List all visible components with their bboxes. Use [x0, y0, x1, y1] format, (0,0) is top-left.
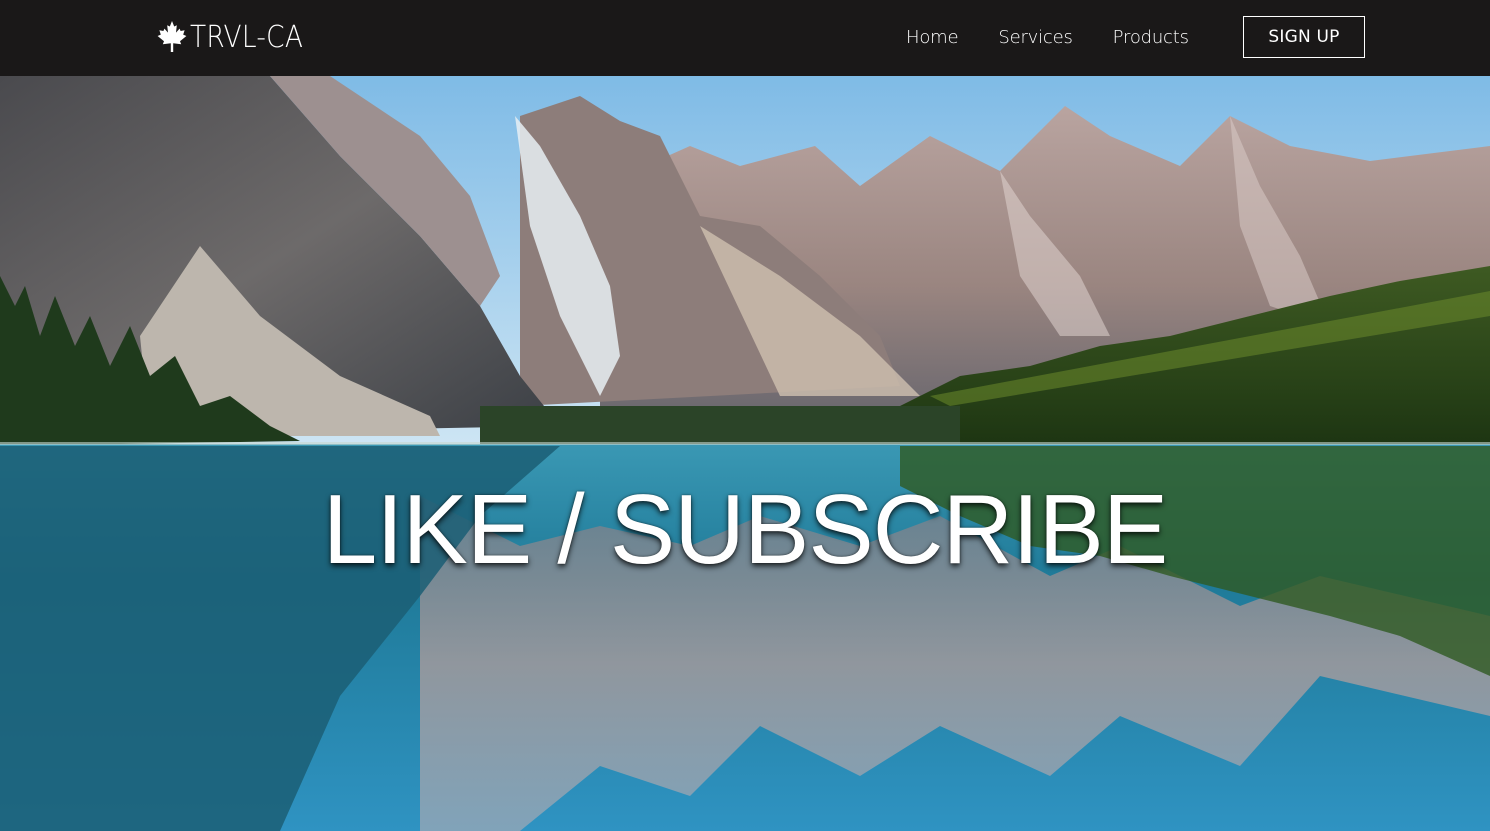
maple-leaf-icon [156, 20, 188, 54]
hero-headline: LIKE / SUBSCRIBE [322, 474, 1169, 584]
brand-link[interactable]: TRVL-CA [156, 18, 319, 56]
hero-background-image [0, 76, 1490, 831]
brand-name: TRVL-CA [190, 19, 304, 55]
navbar: TRVL-CA Home Services Products SIGN UP [0, 0, 1490, 76]
hero-section: LIKE / SUBSCRIBE [0, 76, 1490, 831]
signup-button[interactable]: SIGN UP [1243, 16, 1365, 58]
nav-link-services[interactable]: Services [998, 27, 1073, 48]
nav-link-products[interactable]: Products [1113, 27, 1189, 48]
nav-links: Home Services Products [886, 18, 1209, 56]
nav-link-home[interactable]: Home [906, 27, 959, 48]
